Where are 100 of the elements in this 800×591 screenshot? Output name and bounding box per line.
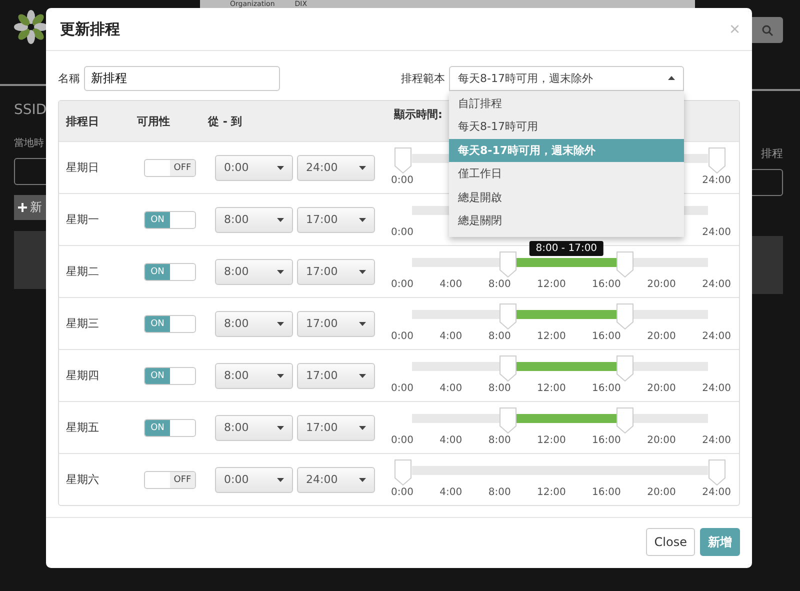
name-field[interactable]: 新排程 <box>84 66 280 90</box>
slider-handle[interactable] <box>498 251 517 278</box>
start-time-select[interactable]: 8:00 <box>215 258 293 284</box>
availability-toggle[interactable]: OFF <box>144 158 196 176</box>
column-header: 從 - 到 <box>208 114 244 128</box>
caret-icon <box>277 270 284 274</box>
template-select[interactable]: 每天8-17時可用，週末除外 <box>449 66 684 90</box>
column-header: 顯示時間: <box>394 106 444 122</box>
caret-icon <box>277 374 284 378</box>
tick-label: 20:00 <box>647 331 676 342</box>
logo-icon <box>14 10 46 44</box>
slider-handle[interactable] <box>616 407 634 434</box>
caret-icon <box>359 322 366 326</box>
caret-icon <box>277 322 284 326</box>
column-header: 排程日 <box>64 114 100 128</box>
tick-label: 12:00 <box>537 435 566 446</box>
slider-handle[interactable] <box>708 459 726 486</box>
plus-icon <box>18 203 27 212</box>
add-button[interactable]: 新 <box>14 195 46 220</box>
day-label: 星期日 <box>65 160 100 175</box>
caret-icon <box>359 218 366 222</box>
caret-icon <box>277 218 284 222</box>
schedule-label: 排程 <box>761 146 783 161</box>
tick-label: 16:00 <box>592 279 621 290</box>
tick-label: 20:00 <box>647 487 676 498</box>
slider-handle[interactable] <box>616 303 634 330</box>
dialog-title: 更新排程 <box>60 20 120 38</box>
tick-label: 24:00 <box>702 383 731 394</box>
tick-label: 24:00 <box>702 279 731 290</box>
menu-option[interactable]: 每天8-17時可用 <box>449 115 684 138</box>
tick-label: 24:00 <box>702 487 731 498</box>
caret-icon <box>359 166 366 170</box>
tick-label: 8:00 <box>488 487 511 498</box>
tick-label: 24:00 <box>702 331 731 342</box>
start-time-select[interactable]: 8:00 <box>215 206 293 232</box>
slider-handle[interactable] <box>708 147 726 174</box>
tick-label: 12:00 <box>537 279 566 290</box>
slider-handle[interactable] <box>616 355 634 382</box>
menu-option[interactable]: 僅工作日 <box>449 162 684 186</box>
tick-label: 24:00 <box>702 227 731 238</box>
tick-label: 0:00 <box>391 175 414 186</box>
caret-icon <box>277 426 284 430</box>
start-time-select[interactable]: 8:00 <box>215 310 293 336</box>
tick-label: 0:00 <box>391 279 414 290</box>
tick-label: 8:00 <box>488 331 511 342</box>
search-icon <box>762 24 773 36</box>
end-time-select[interactable]: 17:00 <box>297 206 375 232</box>
availability-toggle[interactable]: OFF <box>144 470 196 488</box>
tick-label: 8:00 <box>488 383 511 394</box>
caret-icon <box>359 426 366 430</box>
search-button[interactable] <box>752 17 783 43</box>
day-label: 星期二 <box>65 264 100 279</box>
day-label: 星期一 <box>65 212 100 227</box>
menu-option[interactable]: 總是關閉 <box>449 209 684 232</box>
end-time-select[interactable]: 17:00 <box>297 310 375 336</box>
end-time-select[interactable]: 24:00 <box>297 466 375 492</box>
start-time-select[interactable]: 0:00 <box>215 466 293 492</box>
caret-icon <box>277 166 284 170</box>
end-time-select[interactable]: 17:00 <box>297 362 375 388</box>
tick-label: 4:00 <box>440 331 462 342</box>
tick-label: 0:00 <box>391 331 414 342</box>
tick-label: 24:00 <box>702 175 731 186</box>
tick-label: 4:00 <box>440 279 462 290</box>
tick-label: 4:00 <box>440 435 462 446</box>
slider-handle[interactable] <box>616 251 634 278</box>
tick-label: 12:00 <box>537 331 566 342</box>
caret-icon <box>668 76 675 80</box>
end-time-select[interactable]: 17:00 <box>297 414 375 440</box>
slider-handle[interactable] <box>498 303 517 330</box>
end-time-select[interactable]: 17:00 <box>297 258 375 284</box>
tick-label: 16:00 <box>592 435 621 446</box>
tick-label: 0:00 <box>391 487 414 498</box>
name-label: 名稱 <box>58 70 80 86</box>
panel <box>752 236 783 294</box>
caret-icon <box>359 374 366 378</box>
slider-handle[interactable] <box>498 355 517 382</box>
tick-label: 12:00 <box>537 487 566 498</box>
tick-label: 20:00 <box>647 279 676 290</box>
start-time-select[interactable]: 8:00 <box>215 414 293 440</box>
start-time-select[interactable]: 0:00 <box>215 154 293 180</box>
start-time-select[interactable]: 8:00 <box>215 362 293 388</box>
menu-option[interactable]: 總是開啟 <box>449 186 684 209</box>
tick-label: 8:00 <box>488 279 511 290</box>
day-label: 星期五 <box>65 420 100 435</box>
caret-icon <box>359 478 366 482</box>
menu-option[interactable]: 自訂排程 <box>449 92 684 115</box>
close-button[interactable]: Close <box>646 528 695 556</box>
slider-handle[interactable] <box>394 459 412 486</box>
tick-label: 4:00 <box>440 487 462 498</box>
tick-label: 16:00 <box>592 383 621 394</box>
panel <box>14 231 46 289</box>
slider-handle[interactable] <box>498 407 517 434</box>
tick-label: 20:00 <box>647 435 676 446</box>
tick-label: 20:00 <box>647 383 676 394</box>
end-time-select[interactable]: 24:00 <box>297 154 375 180</box>
tick-label: 0:00 <box>391 383 414 394</box>
caret-icon <box>277 478 284 482</box>
tick-label: 8:00 <box>488 435 511 446</box>
slider-handle[interactable] <box>394 147 412 174</box>
day-label: 星期三 <box>65 316 100 331</box>
